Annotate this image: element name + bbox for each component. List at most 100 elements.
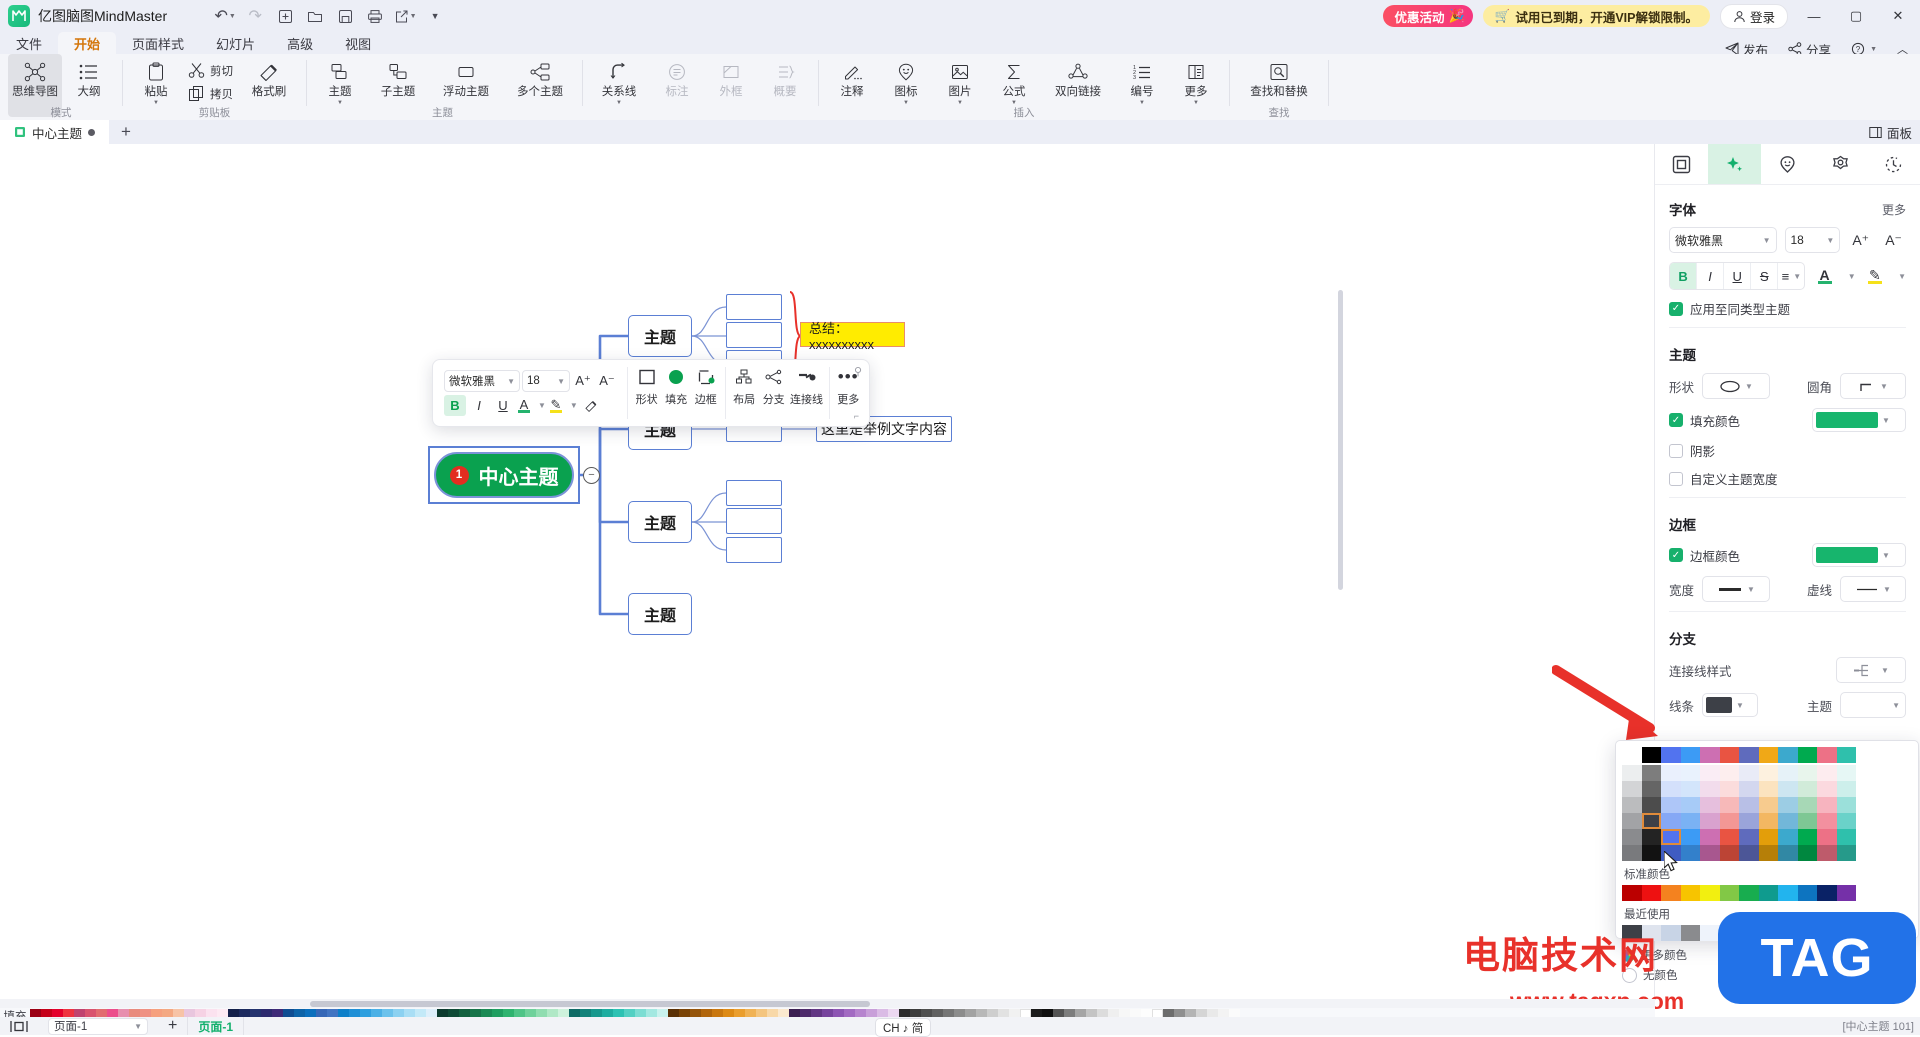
color-cell[interactable]: [1700, 747, 1720, 763]
color-cell[interactable]: [1758, 747, 1778, 763]
theme-color-grid[interactable]: [1641, 747, 1913, 763]
maximize-button[interactable]: ▢: [1840, 1, 1872, 31]
color-cell[interactable]: [1778, 797, 1798, 813]
floatbar-underline-button[interactable]: U: [492, 395, 514, 416]
color-cell[interactable]: [1817, 845, 1837, 861]
color-cell[interactable]: [1641, 781, 1661, 797]
color-cell[interactable]: [1739, 845, 1759, 861]
vip-banner[interactable]: 🛒 试用已到期，开通VIP解锁限制。: [1482, 5, 1710, 27]
color-cell[interactable]: [1661, 765, 1681, 781]
color-shade-grid[interactable]: [1622, 765, 1912, 861]
panel-line-color-swatch[interactable]: ▼: [1702, 693, 1759, 717]
floatbar-highlight-button[interactable]: ✎: [548, 395, 564, 416]
color-cell[interactable]: [1622, 829, 1642, 845]
color-cell[interactable]: [1817, 747, 1837, 763]
color-cell[interactable]: [1836, 797, 1856, 813]
color-cell[interactable]: [1739, 813, 1759, 829]
ribbon-tab-slideshow[interactable]: 幻灯片: [200, 32, 271, 54]
add-page-button[interactable]: +: [158, 1017, 187, 1035]
ime-indicator[interactable]: CH ♪ 简: [875, 1018, 932, 1037]
color-cell[interactable]: [1836, 813, 1856, 829]
color-cell[interactable]: [1797, 797, 1817, 813]
panel-italic-button[interactable]: I: [1697, 263, 1725, 289]
color-cell[interactable]: [1719, 797, 1739, 813]
subtopic-node[interactable]: [726, 322, 782, 348]
color-cell[interactable]: [1758, 829, 1778, 845]
color-cell[interactable]: [1641, 747, 1661, 763]
center-topic-node[interactable]: 1 中心主题: [434, 452, 574, 498]
new-document-tab-button[interactable]: +: [109, 120, 143, 144]
color-cell[interactable]: [1661, 781, 1681, 797]
ribbon-tab-pagestyle[interactable]: 页面样式: [116, 32, 200, 54]
color-cell[interactable]: [1758, 885, 1778, 901]
panel-fill-color-checkbox[interactable]: ✓ 填充颜色: [1669, 411, 1740, 430]
panel-corner-select[interactable]: ▼: [1840, 373, 1906, 399]
minimize-button[interactable]: —: [1798, 1, 1830, 31]
color-cell[interactable]: [1797, 845, 1817, 861]
ribbon-item-boundary[interactable]: 外框: [704, 54, 758, 117]
color-cell[interactable]: [1622, 781, 1642, 797]
color-cell[interactable]: [1680, 781, 1700, 797]
color-cell[interactable]: [1836, 781, 1856, 797]
color-cell[interactable]: [1778, 765, 1798, 781]
panel-shadow-checkbox[interactable]: 阴影: [1669, 441, 1906, 460]
color-cell[interactable]: [1758, 797, 1778, 813]
page-tab-1[interactable]: 页面-1: [187, 1017, 245, 1035]
panel-border-color-swatch[interactable]: ▼: [1812, 543, 1906, 567]
color-cell[interactable]: [1680, 845, 1700, 861]
ribbon-item-copy[interactable]: 拷贝: [183, 83, 238, 104]
color-cell[interactable]: [1680, 747, 1700, 763]
color-cell[interactable]: [1719, 747, 1739, 763]
color-cell[interactable]: [1622, 813, 1642, 829]
floatbar-branch-button[interactable]: 分支: [759, 365, 789, 421]
color-cell[interactable]: [1680, 885, 1700, 901]
color-cell[interactable]: [1758, 765, 1778, 781]
standard-color-grid[interactable]: [1622, 885, 1912, 901]
subtopic-node[interactable]: [726, 480, 782, 506]
color-cell[interactable]: [1700, 885, 1720, 901]
canvas-horizontal-scrollbar-thumb[interactable]: [310, 1001, 870, 1007]
color-cell[interactable]: [1778, 885, 1798, 901]
undo-button[interactable]: ↶ ▼: [212, 4, 238, 28]
login-button[interactable]: 登录: [1719, 3, 1788, 29]
color-cell[interactable]: [1778, 829, 1798, 845]
color-cell[interactable]: [1778, 747, 1798, 763]
customize-qat-button[interactable]: ▼: [422, 4, 448, 28]
save-button[interactable]: [332, 4, 358, 28]
panel-dash-select[interactable]: ▼: [1840, 576, 1906, 602]
floatbar-format-painter-button[interactable]: [580, 395, 602, 416]
pin-icon[interactable]: ⚲: [854, 365, 862, 378]
page-select[interactable]: 页面-1 ▼: [48, 1017, 148, 1035]
color-cell[interactable]: [1817, 885, 1837, 901]
color-cell[interactable]: [1622, 797, 1642, 813]
color-cell[interactable]: [1778, 781, 1798, 797]
panel-tab-sticker[interactable]: [1761, 144, 1814, 184]
main-topic-node[interactable]: 主题: [628, 315, 692, 357]
color-cell[interactable]: [1661, 925, 1681, 941]
new-button[interactable]: [272, 4, 298, 28]
color-cell[interactable]: [1719, 845, 1739, 861]
floatbar-grow-font-button[interactable]: A⁺: [572, 371, 594, 392]
panel-custom-width-checkbox[interactable]: 自定义主题宽度: [1669, 469, 1906, 488]
print-button[interactable]: [362, 4, 388, 28]
color-cell[interactable]: [1622, 885, 1642, 901]
color-cell[interactable]: [1739, 885, 1759, 901]
color-cell[interactable]: [1758, 813, 1778, 829]
panel-shape-select[interactable]: ▼: [1702, 373, 1771, 399]
color-cell-selected[interactable]: [1641, 813, 1661, 829]
color-cell[interactable]: [1641, 885, 1661, 901]
panel-strikethrough-button[interactable]: S: [1751, 263, 1779, 289]
ribbon-tab-file[interactable]: 文件: [0, 32, 58, 54]
promo-button[interactable]: 优惠活动 🎉: [1382, 5, 1473, 27]
export-button[interactable]: ▼: [392, 4, 418, 28]
color-cell[interactable]: [1719, 829, 1739, 845]
color-cell[interactable]: [1680, 797, 1700, 813]
color-cell[interactable]: [1836, 885, 1856, 901]
color-cell[interactable]: [1622, 765, 1642, 781]
color-cell[interactable]: [1739, 829, 1759, 845]
color-cell[interactable]: [1641, 829, 1661, 845]
panel-tab-ai[interactable]: [1708, 144, 1761, 184]
panel-highlight-button[interactable]: ✎: [1864, 264, 1886, 288]
floatbar-fill-button[interactable]: 填充: [661, 365, 691, 421]
floatbar-shrink-font-button[interactable]: A⁻: [596, 371, 618, 392]
